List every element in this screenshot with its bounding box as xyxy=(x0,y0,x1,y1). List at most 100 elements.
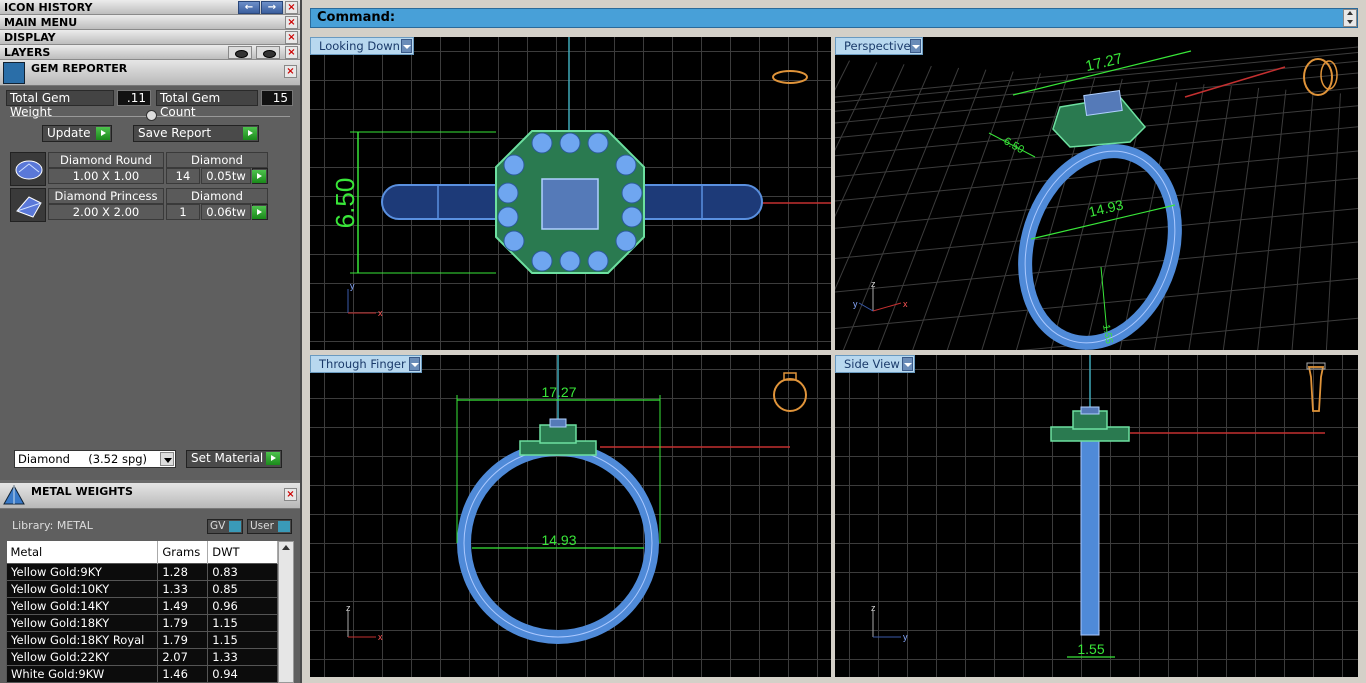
axis-gizmo: z x xyxy=(346,603,383,642)
layer-hide-icon[interactable] xyxy=(228,46,252,59)
metal-dwt: 0.96 xyxy=(207,596,278,615)
viewport-menu-through-finger[interactable]: Through Finger xyxy=(310,355,422,373)
slider-handle[interactable] xyxy=(146,110,157,121)
chevron-up-icon[interactable] xyxy=(1347,11,1353,15)
section-icon-history[interactable]: ICON HISTORY ← → × xyxy=(0,0,300,15)
svg-text:y: y xyxy=(853,299,858,309)
gem-row[interactable]: Diamond Princess Diamond 2.00 X 2.00 1 0… xyxy=(10,188,268,222)
history-back-icon[interactable]: ← xyxy=(238,1,260,14)
close-icon[interactable]: × xyxy=(285,46,298,59)
layer-eye-icon[interactable] xyxy=(256,46,280,59)
history-forward-icon[interactable]: → xyxy=(261,1,283,14)
column-header-grams[interactable]: Grams xyxy=(157,541,209,563)
play-icon xyxy=(266,452,280,465)
gv-toggle-label: GV xyxy=(210,520,226,532)
close-icon[interactable]: × xyxy=(285,31,298,44)
library-label: Library: METAL xyxy=(12,519,93,532)
table-row[interactable]: Yellow Gold:18KY 1.79 1.15 xyxy=(5,613,278,632)
chevron-down-icon[interactable] xyxy=(160,452,174,466)
metal-dwt: 0.85 xyxy=(207,579,278,598)
table-row[interactable]: Yellow Gold:22KY 2.07 1.33 xyxy=(5,647,278,666)
chevron-down-icon[interactable] xyxy=(902,357,913,371)
metal-name: Yellow Gold:9KY xyxy=(5,562,159,581)
axis-gizmo: z y xyxy=(871,603,908,642)
side-view-canvas: 1.55 z y xyxy=(835,355,1358,677)
viewport-menu-perspective[interactable]: Perspective xyxy=(835,37,923,55)
table-scrollbar[interactable] xyxy=(278,541,294,683)
center-princess-stone xyxy=(1080,406,1100,415)
column-header-metal[interactable]: Metal xyxy=(6,541,159,563)
dimension-label: 14.93 xyxy=(1087,196,1125,220)
chevron-down-icon[interactable] xyxy=(401,39,412,53)
gem-reporter-title: GEM REPORTER xyxy=(31,62,128,75)
chevron-down-icon[interactable] xyxy=(1347,20,1353,24)
material-select[interactable]: Diamond (3.52 spg) xyxy=(14,450,176,468)
viewport-menu-looking-down[interactable]: Looking Down xyxy=(310,37,414,55)
command-label: Command: xyxy=(317,10,396,25)
grid-line xyxy=(835,60,850,91)
orientation-ring-icon[interactable] xyxy=(772,70,808,84)
viewport-perspective[interactable]: 17.27 14.93 6.50 1.55 z x y Perspective xyxy=(835,37,1358,350)
table-row[interactable]: Yellow Gold:18KY Royal 1.79 1.15 xyxy=(5,630,278,649)
metal-weights-title: METAL WEIGHTS xyxy=(31,485,133,498)
viewport-menu-side-view[interactable]: Side View xyxy=(835,355,915,373)
metal-dwt: 0.83 xyxy=(207,562,278,581)
update-button[interactable]: Update xyxy=(42,125,112,142)
orientation-ring-icon[interactable] xyxy=(773,372,807,412)
close-icon[interactable]: × xyxy=(285,1,298,14)
user-toggle[interactable]: User xyxy=(247,519,292,534)
gem-head xyxy=(539,424,577,444)
metal-grams: 1.79 xyxy=(157,630,209,649)
chevron-down-icon[interactable] xyxy=(910,39,921,53)
gem-row[interactable]: Diamond Round Diamond 1.00 X 1.00 14 0.0… xyxy=(10,152,268,186)
table-row[interactable]: Yellow Gold:14KY 1.49 0.96 xyxy=(5,596,278,615)
grid-line xyxy=(1257,89,1287,350)
save-report-button[interactable]: Save Report xyxy=(133,125,259,142)
metal-grams: 1.46 xyxy=(157,664,209,683)
section-display[interactable]: DISPLAY × xyxy=(0,30,300,45)
section-layers-label: LAYERS xyxy=(4,46,51,59)
metal-grams: 1.28 xyxy=(157,562,209,581)
viewport-through-finger[interactable]: 17.27 14.93 z x Through Finger xyxy=(310,355,831,677)
viewport-looking-down[interactable]: 6.50 y x Looking Down xyxy=(310,37,831,350)
center-princess-stone xyxy=(1083,90,1123,116)
grid-line xyxy=(835,278,1358,330)
grid-line xyxy=(1291,91,1314,350)
set-material-button[interactable]: Set Material xyxy=(186,450,282,468)
gem-select-button[interactable] xyxy=(252,204,268,220)
table-row[interactable]: Yellow Gold:10KY 1.33 0.85 xyxy=(5,579,278,598)
section-main-menu[interactable]: MAIN MENU × xyxy=(0,15,300,30)
orientation-ring-icon[interactable] xyxy=(1306,362,1326,412)
metal-grams: 2.07 xyxy=(157,647,209,666)
gem-select-button[interactable] xyxy=(252,168,268,184)
gem-reporter-panel: GEM REPORTER × Total Gem Weight .11 Tota… xyxy=(0,60,300,480)
grid-line xyxy=(842,67,960,350)
metal-name: Yellow Gold:10KY xyxy=(5,579,159,598)
viewport-side-view[interactable]: 1.55 z y Side View xyxy=(835,355,1358,677)
section-layers[interactable]: LAYERS × xyxy=(0,45,300,60)
gem-material: Diamond xyxy=(166,152,268,168)
command-scroll[interactable] xyxy=(1343,9,1357,27)
metal-grams: 1.33 xyxy=(157,579,209,598)
play-icon xyxy=(243,127,257,140)
close-icon[interactable]: × xyxy=(285,16,298,29)
column-header-dwt[interactable]: DWT xyxy=(207,541,278,563)
metal-dwt: 0.94 xyxy=(207,664,278,683)
metal-grams: 1.49 xyxy=(157,596,209,615)
chevron-up-icon[interactable] xyxy=(282,545,290,550)
svg-text:y: y xyxy=(903,632,908,642)
total-gem-count-label: Total Gem Count xyxy=(156,90,258,119)
table-header-row: Metal Grams DWT xyxy=(6,541,278,563)
round-diamond-icon xyxy=(10,152,46,186)
gv-toggle[interactable]: GV xyxy=(207,519,243,534)
chevron-down-icon[interactable] xyxy=(409,357,420,371)
x-guide-line xyxy=(1184,66,1286,98)
table-row[interactable]: White Gold:9KW 1.46 0.94 xyxy=(5,664,278,683)
close-icon[interactable]: × xyxy=(284,488,297,501)
material-select-value: Diamond (3.52 spg) xyxy=(18,452,148,466)
command-bar[interactable]: Command: xyxy=(310,8,1358,28)
gem-weight: 0.06tw xyxy=(201,204,251,220)
metal-name: White Gold:9KW xyxy=(5,664,159,683)
close-icon[interactable]: × xyxy=(284,65,297,78)
table-row[interactable]: Yellow Gold:9KY 1.28 0.83 xyxy=(5,562,278,581)
